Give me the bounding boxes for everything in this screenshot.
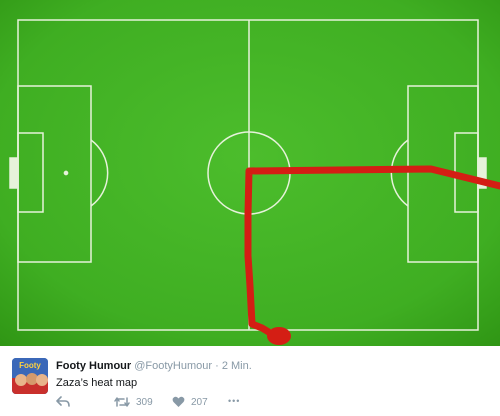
like-count: 207 bbox=[191, 396, 208, 408]
user-handle[interactable]: @FootyHumour bbox=[134, 360, 212, 372]
separator-dot: · bbox=[215, 360, 219, 372]
retweet-icon bbox=[114, 397, 130, 407]
display-name[interactable]: Footy Humour bbox=[56, 360, 131, 372]
footy-humour-logo[interactable]: Footy bbox=[12, 358, 48, 394]
retweet-count: 309 bbox=[136, 396, 153, 408]
more-icon: ••• bbox=[228, 396, 241, 406]
heat-map-image[interactable] bbox=[0, 0, 500, 346]
like-button[interactable]: 207 bbox=[172, 396, 208, 408]
reply-icon bbox=[56, 396, 70, 407]
retweet-button[interactable]: 309 bbox=[114, 396, 153, 408]
more-button[interactable]: ••• bbox=[228, 396, 240, 406]
heat-map-blob bbox=[267, 327, 291, 345]
left-penalty-spot bbox=[63, 170, 69, 176]
avatar-logo-text: Footy bbox=[19, 361, 41, 370]
tweet-actions: 309 207 ••• bbox=[56, 396, 256, 412]
tweet-header: Footy Humour @FootyHumour · 2 Min. bbox=[56, 360, 252, 372]
tweet-card: Footy Footy Humour @FootyHumour · 2 Min.… bbox=[0, 346, 500, 416]
reply-button[interactable] bbox=[56, 396, 70, 408]
tweet-text: Zaza’s heat map bbox=[56, 377, 138, 389]
timestamp[interactable]: 2 Min. bbox=[222, 360, 252, 372]
left-goal bbox=[9, 157, 19, 189]
heart-icon bbox=[172, 396, 185, 407]
football-pitch bbox=[0, 0, 500, 346]
